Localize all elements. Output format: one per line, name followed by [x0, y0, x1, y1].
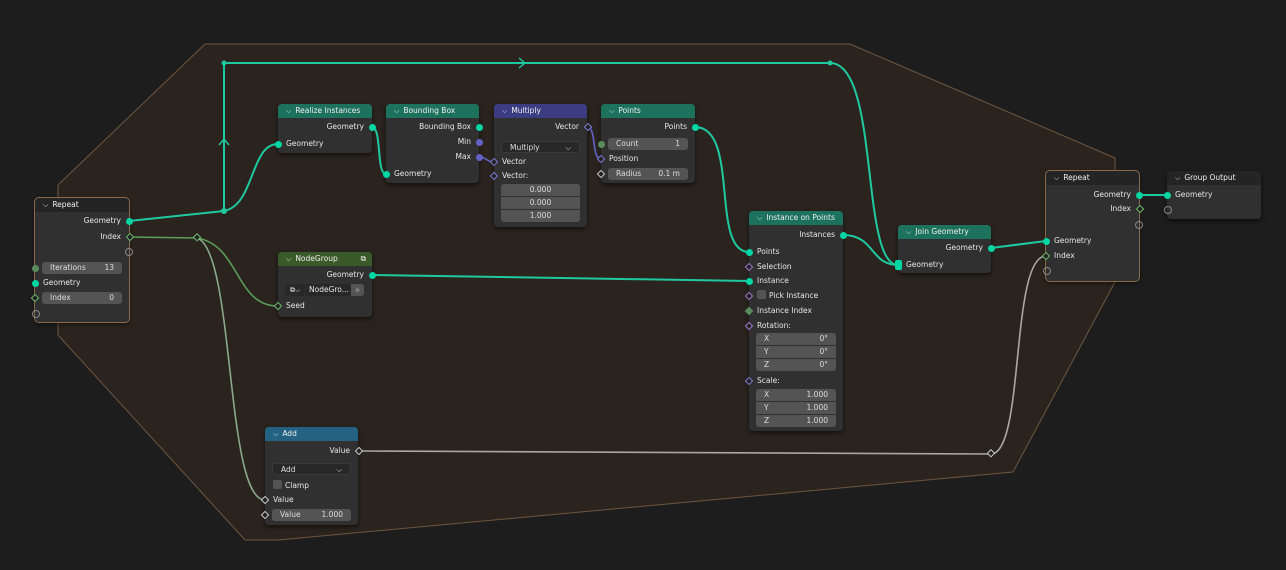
repeat-input-node[interactable]: ⌵ Repeat Geometry Index Iterations 13 Geom…: [30, 197, 134, 323]
socket-geometry-in[interactable]: [1042, 237, 1050, 245]
socket-geometry-out[interactable]: [368, 123, 376, 131]
socket-points[interactable]: [745, 248, 753, 256]
chevron-down-icon[interactable]: ⌵: [502, 104, 507, 118]
socket-count[interactable]: [597, 140, 605, 148]
socket-instances-out[interactable]: [839, 231, 847, 239]
socket-empty[interactable]: [1134, 220, 1143, 229]
chevron-down-icon[interactable]: ⌵: [609, 104, 614, 118]
socket-max-out[interactable]: [475, 153, 483, 161]
chevron-down-icon[interactable]: ⌵: [1054, 171, 1059, 185]
socket-geometry-in[interactable]: [274, 140, 282, 148]
radius-field[interactable]: Radius 0.1 m: [608, 168, 688, 180]
math-add-node[interactable]: ⌵ Add Value Add ⌵ Clamp Value Value 1.000: [260, 427, 363, 525]
instance-on-points-node[interactable]: ⌵ Instance on Points Instances Points Sel…: [744, 211, 847, 431]
link-index: [128, 236, 198, 239]
socket-empty[interactable]: [31, 309, 40, 318]
socket-geometry-multi-in[interactable]: [894, 260, 902, 270]
rotation-x-field[interactable]: X 0°: [756, 333, 836, 345]
clamp-checkbox[interactable]: [273, 480, 282, 489]
nodegroup-node[interactable]: ⌵ NodeGroup ⧉ Geometry ⧉⌵ NodeGro... ◈ See…: [273, 252, 376, 317]
repeat-output-node[interactable]: ⌵ Repeat Geometry Index Geometry Index: [1041, 170, 1144, 282]
socket-empty[interactable]: [1042, 266, 1051, 275]
scale-x-field[interactable]: X 1.000: [756, 389, 836, 401]
group-output-node[interactable]: ⌵ Group Output Geometry: [1163, 171, 1261, 219]
vector-multiply-node[interactable]: ⌵ Multiply Vector Multiply ⌵ Vector Vector…: [489, 104, 592, 227]
vector-z-field[interactable]: 1.000: [501, 210, 580, 222]
socket-points-out[interactable]: [691, 123, 699, 131]
operation-dropdown[interactable]: Add ⌵: [272, 463, 351, 475]
vector-x-field[interactable]: 0.000: [501, 184, 580, 196]
chevron-down-icon: ⌵: [565, 143, 571, 152]
socket-instance[interactable]: [745, 277, 753, 285]
scale-z-field[interactable]: Z 1.000: [756, 415, 836, 427]
socket-empty[interactable]: [1163, 205, 1172, 214]
chevron-down-icon[interactable]: ⌵: [273, 427, 278, 441]
chevron-down-icon[interactable]: ⌵: [906, 225, 911, 239]
join-geometry-node[interactable]: ⌵ Join Geometry Geometry Geometry: [894, 225, 995, 273]
socket-iterations[interactable]: [31, 264, 39, 272]
pick-instance-checkbox[interactable]: [757, 290, 766, 299]
reroute: [221, 208, 227, 214]
socket-geometry-out[interactable]: [1135, 191, 1143, 199]
value-field[interactable]: Value 1.000: [272, 509, 351, 521]
vector-y-field[interactable]: 0.000: [501, 197, 580, 209]
chevron-down-icon[interactable]: ⌵: [394, 104, 399, 118]
chevron-down-icon: ⌵: [336, 465, 342, 474]
socket-geometry-in[interactable]: [382, 170, 390, 178]
socket-bbox-out[interactable]: [475, 123, 483, 131]
rotation-z-field[interactable]: Z 0°: [756, 359, 836, 371]
index-field[interactable]: Index 0: [42, 292, 122, 304]
scale-y-field[interactable]: Y 1.000: [756, 402, 836, 414]
socket-geometry-out[interactable]: [368, 271, 376, 279]
chevron-down-icon[interactable]: ⌵: [286, 252, 291, 266]
count-field[interactable]: Count 1: [608, 138, 688, 150]
realize-instances-node[interactable]: ⌵ Realize Instances Geometry Geometry: [274, 104, 376, 153]
node-links: [57, 43, 1167, 541]
fake-user-shield-icon[interactable]: ◈: [351, 284, 364, 296]
socket-geometry-out[interactable]: [987, 244, 995, 252]
chevron-down-icon[interactable]: ⌵: [286, 104, 291, 118]
operation-dropdown[interactable]: Multiply ⌵: [501, 141, 580, 153]
socket-geometry-out[interactable]: [125, 217, 133, 225]
chevron-down-icon[interactable]: ⌵: [1175, 171, 1180, 185]
bounding-box-node[interactable]: ⌵ Bounding Box Bounding Box Min Max Geome…: [382, 104, 483, 183]
chevron-down-icon[interactable]: ⌵: [757, 211, 762, 225]
socket-empty[interactable]: [124, 247, 133, 256]
node-tree-icon: ⧉: [360, 254, 366, 263]
chevron-down-icon[interactable]: ⌵: [43, 198, 48, 212]
iterations-field[interactable]: Iterations 13: [42, 262, 122, 274]
rotation-y-field[interactable]: Y 0°: [756, 346, 836, 358]
points-node[interactable]: ⌵ Points Points Count 1 Position Radius 0.1…: [596, 104, 699, 183]
reroute: [827, 60, 833, 66]
socket-geometry-in[interactable]: [31, 279, 39, 287]
group-name-field[interactable]: NodeGro...: [306, 284, 351, 296]
socket-min-out[interactable]: [475, 138, 483, 146]
socket-geometry-in[interactable]: [1163, 191, 1171, 199]
reroute: [221, 60, 227, 66]
group-browse-button[interactable]: ⧉⌵: [285, 284, 305, 296]
